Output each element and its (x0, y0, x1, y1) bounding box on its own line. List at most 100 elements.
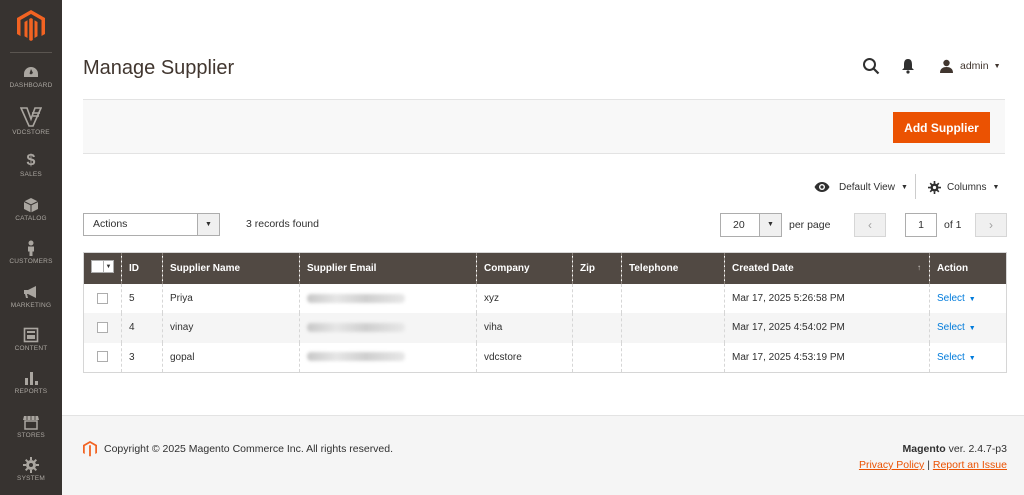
row-select-cell (83, 342, 122, 372)
report-issue-link[interactable]: Report an Issue (933, 459, 1007, 471)
sidebar-item-label: CUSTOMERS (9, 258, 53, 265)
sidebar-item-content[interactable]: CONTENT (0, 327, 62, 352)
sidebar-item-vdcstore[interactable]: VDCSTORE (0, 107, 62, 136)
per-page-label: per page (789, 219, 831, 231)
sidebar-item-system[interactable]: SYSTEM (0, 457, 62, 482)
cell-company: vdcstore (476, 342, 573, 372)
chevron-down-icon: ▼ (104, 260, 114, 274)
table-header-row: ▼ ID Supplier Name Supplier Email Compan… (83, 252, 1007, 284)
row-checkbox[interactable] (97, 351, 108, 363)
cell-telephone (621, 313, 725, 343)
sidebar-item-label: SYSTEM (17, 475, 45, 482)
row-checkbox[interactable] (97, 292, 108, 304)
cell-company: viha (476, 313, 573, 343)
add-supplier-button[interactable]: Add Supplier (893, 112, 990, 143)
chevron-down-icon: ▼ (968, 325, 976, 333)
search-icon[interactable] (862, 57, 880, 75)
cell-action: Select ▼ (929, 342, 1007, 372)
footer-links: Privacy Policy | Report an Issue (859, 459, 1007, 471)
redacted-email (307, 293, 405, 303)
admin-user-menu[interactable]: admin ▼ (939, 57, 1001, 75)
cell-supplier-name: gopal (162, 342, 300, 372)
redacted-email (307, 352, 405, 362)
page-title: Manage Supplier (83, 57, 235, 79)
cell-created-date: Mar 17, 2025 4:54:02 PM (724, 313, 930, 343)
sort-ascending-icon: ↑ (917, 263, 921, 272)
row-action-select[interactable]: Select ▼ (937, 293, 976, 304)
mass-select-checkbox[interactable]: ▼ (91, 260, 114, 274)
columns-dropdown[interactable]: Columns ▼ (928, 178, 999, 196)
table-row: 3 gopal vdcstore Mar 17, 2025 4:53:19 PM… (83, 342, 1007, 372)
mass-select-header[interactable]: ▼ (83, 252, 122, 284)
page-number-input[interactable]: 1 (905, 213, 937, 237)
chevron-down-icon: ▼ (968, 295, 976, 303)
magento-logo-icon (83, 441, 97, 457)
column-header-supplier-name[interactable]: Supplier Name (162, 252, 300, 284)
next-page-button[interactable]: › (975, 213, 1007, 237)
mass-actions-select[interactable]: Actions ▼ (83, 213, 220, 236)
column-header-telephone[interactable]: Telephone (621, 252, 725, 284)
column-header-company[interactable]: Company (476, 252, 573, 284)
table-row: 4 vinay viha Mar 17, 2025 4:54:02 PM Sel… (83, 313, 1007, 343)
sidebar-item-stores[interactable]: STORES (0, 414, 62, 439)
column-header-action: Action (929, 252, 1007, 284)
cell-supplier-email (299, 313, 477, 343)
chevron-down-icon: ▼ (900, 183, 908, 191)
cell-created-date: Mar 17, 2025 4:53:19 PM (724, 342, 930, 372)
bar-chart-icon (25, 372, 38, 385)
person-icon (28, 240, 34, 256)
version-text: ver. 2.4.7-p3 (945, 443, 1007, 455)
sidebar-item-label: MARKETING (10, 302, 52, 309)
sidebar-item-reports[interactable]: REPORTS (0, 370, 62, 395)
cell-zip (572, 313, 622, 343)
row-checkbox[interactable] (97, 322, 108, 334)
sidebar-item-label: CONTENT (14, 345, 48, 352)
cell-zip (572, 283, 622, 313)
sidebar-item-catalog[interactable]: CATALOG (0, 197, 62, 222)
content-icon (23, 327, 39, 343)
row-action-label: Select (937, 351, 965, 363)
cell-action: Select ▼ (929, 313, 1007, 343)
chevron-right-icon: › (989, 218, 993, 232)
magento-logo-icon[interactable] (17, 10, 45, 42)
table-row: 5 Priya xyz Mar 17, 2025 5:26:58 PM Sele… (83, 283, 1007, 313)
sidebar-item-dashboard[interactable]: DASHBOARD (0, 64, 62, 89)
cell-action: Select ▼ (929, 283, 1007, 313)
dollar-icon: $ (26, 152, 36, 169)
row-action-label: Select (937, 292, 965, 304)
cell-created-date: Mar 17, 2025 5:26:58 PM (724, 283, 930, 313)
row-action-select[interactable]: Select ▼ (937, 352, 976, 363)
bell-icon[interactable] (901, 58, 915, 74)
redacted-email (307, 323, 405, 333)
page-footer: Copyright © 2025 Magento Commerce Inc. A… (62, 415, 1024, 495)
copyright-text: Copyright © 2025 Magento Commerce Inc. A… (104, 443, 394, 455)
cell-id: 4 (121, 313, 163, 343)
records-found: 3 records found (246, 218, 319, 230)
sidebar-item-label: CATALOG (15, 215, 47, 222)
previous-page-button[interactable]: ‹ (854, 213, 886, 237)
sidebar-item-label: STORES (17, 432, 45, 439)
mass-actions-label: Actions (93, 218, 128, 230)
toolbar-divider (915, 174, 916, 199)
column-header-supplier-email[interactable]: Supplier Email (299, 252, 477, 284)
store-icon (23, 416, 39, 430)
sidebar-item-customers[interactable]: CUSTOMERS (0, 240, 62, 265)
chevron-down-icon: ▼ (993, 62, 1001, 70)
cell-supplier-name: vinay (162, 313, 300, 343)
sidebar-item-label: SALES (20, 171, 42, 178)
page-actions-bar: Add Supplier (83, 99, 1005, 154)
sidebar-item-sales[interactable]: $ SALES (0, 152, 62, 179)
row-select-cell (83, 283, 122, 313)
row-action-select[interactable]: Select ▼ (937, 322, 976, 333)
column-header-id[interactable]: ID (121, 252, 163, 284)
columns-label: Columns (947, 181, 987, 193)
per-page-select[interactable]: 20 ▼ (720, 213, 782, 237)
column-header-zip[interactable]: Zip (572, 252, 622, 284)
sidebar-item-label: REPORTS (14, 388, 48, 395)
megaphone-icon (24, 286, 36, 298)
sidebar-item-marketing[interactable]: MARKETING (0, 284, 62, 309)
column-header-created-date[interactable]: Created Date ↑ (724, 252, 930, 284)
privacy-policy-link[interactable]: Privacy Policy (859, 459, 924, 471)
chevron-down-icon: ▼ (968, 354, 976, 362)
default-view-dropdown[interactable]: Default View ▼ (814, 178, 908, 196)
